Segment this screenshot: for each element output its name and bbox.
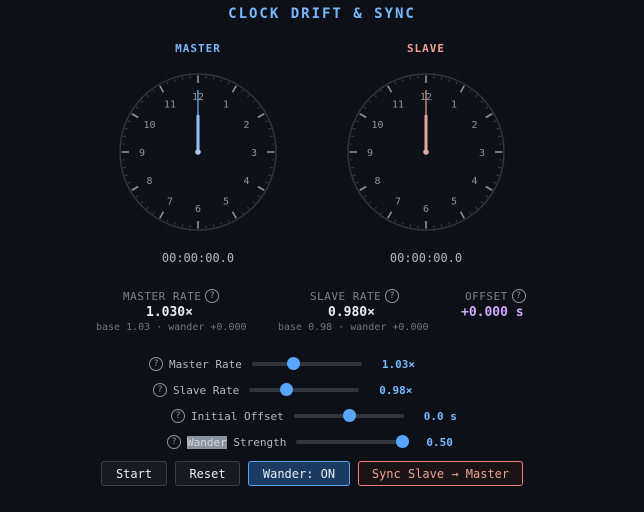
clock-minor-tick [212, 77, 215, 80]
clock-minor-tick [270, 166, 273, 169]
clock-numeral: 9 [367, 148, 373, 159]
clock-numeral: 9 [139, 148, 145, 159]
clock-minor-tick [270, 135, 273, 138]
wander-label-highlight: Wander [187, 435, 227, 449]
help-icon[interactable]: ? [385, 289, 400, 303]
slave-rate-slider-value: 0.98× [379, 383, 413, 397]
clock-numeral: 3 [251, 148, 257, 159]
clock-minor-tick [181, 77, 184, 80]
initial-offset-slider-thumb[interactable] [342, 409, 356, 422]
offset-stat-title: OFFSET ? [465, 289, 526, 303]
offset-stat-label: OFFSET [465, 289, 508, 303]
clock-numeral: 4 [243, 176, 249, 187]
clock-numeral: 6 [423, 204, 429, 215]
initial-offset-slider[interactable] [293, 409, 404, 422]
master-rate-sub: base 1.03 · wander +0.000 [96, 322, 247, 333]
master-rate-stat-label: MASTER RATE [123, 289, 202, 303]
offset-value: +0.000 s [461, 305, 524, 320]
wander-strength-slider-value: 0.50 [426, 435, 453, 449]
page-title: CLOCK DRIFT & SYNC [228, 6, 416, 22]
slave-rate-stat-label: SLAVE RATE [310, 289, 382, 303]
initial-offset-slider-label: Initial Offset [191, 409, 284, 423]
clock-numeral: 2 [243, 120, 249, 131]
initial-offset-slider-row: ? Initial Offset 0.0 s [171, 408, 457, 424]
master-clock-time: 00:00:00.0 [161, 251, 235, 265]
sync-slave-button[interactable]: Sync Slave → Master [358, 461, 523, 486]
slave-rate-sub: base 0.98 · wander +0.000 [278, 322, 429, 333]
clock-numeral: 8 [374, 176, 380, 187]
slave-rate-slider-thumb[interactable] [279, 383, 293, 396]
clock-center-pin [195, 149, 201, 155]
clock-minor-tick [123, 166, 126, 169]
clock-minor-tick [409, 224, 412, 227]
slave-clock-time: 00:00:00.0 [389, 251, 463, 265]
clock-numeral: 5 [451, 196, 457, 207]
wander-strength-slider[interactable] [296, 435, 409, 448]
clock-minor-tick [351, 166, 354, 169]
wander-toggle-button[interactable]: Wander: ON [248, 461, 350, 486]
clock-numeral: 11 [164, 100, 176, 111]
master-rate-slider-thumb[interactable] [287, 357, 301, 370]
master-clock-face: 121234567891011 [119, 73, 277, 231]
reset-button[interactable]: Reset [175, 461, 240, 486]
initial-offset-slider-value: 0.0 s [423, 409, 457, 423]
clock-minor-tick [498, 135, 501, 138]
clock-center-pin [423, 149, 429, 155]
slave-rate-slider-label: Slave Rate [173, 383, 240, 397]
clock-numeral: 1 [451, 100, 457, 111]
slave-rate-stat-title: SLAVE RATE ? [310, 289, 400, 303]
clock-minor-tick [181, 224, 184, 227]
help-icon[interactable]: ? [149, 357, 163, 371]
wander-strength-slider-thumb[interactable] [395, 435, 409, 448]
clock-numeral: 3 [479, 148, 485, 159]
help-icon[interactable]: ? [167, 435, 181, 449]
master-rate-slider[interactable] [251, 357, 362, 370]
clock-numeral: 2 [471, 120, 477, 131]
master-rate-slider-row: ? Master Rate 1.03× [149, 356, 415, 372]
master-clock-label: MASTER [175, 42, 221, 55]
clock-minor-tick [409, 77, 412, 80]
clock-numeral: 6 [195, 204, 201, 215]
slave-clock-label: SLAVE [406, 42, 446, 55]
help-icon[interactable]: ? [153, 383, 167, 397]
clock-numeral: 5 [223, 196, 229, 207]
clock-numeral: 11 [392, 100, 404, 111]
clock-numeral: 1 [223, 100, 229, 111]
clock-minor-tick [212, 224, 215, 227]
clock-numeral: 10 [143, 120, 155, 131]
slave-rate-slider[interactable] [249, 383, 360, 396]
start-button[interactable]: Start [101, 461, 167, 486]
master-rate-slider-value: 1.03× [381, 357, 415, 371]
wander-strength-slider-row: ? Wander Strength 0.50 [167, 434, 453, 450]
wander-label-rest: Strength [226, 435, 287, 449]
clock-minor-tick [123, 135, 126, 138]
clock-minor-tick [351, 135, 354, 138]
wander-strength-slider-label: Wander Strength [187, 435, 287, 449]
master-rate-stat-title: MASTER RATE ? [123, 289, 220, 303]
clock-numeral: 4 [471, 176, 477, 187]
clock-minor-tick [498, 166, 501, 169]
master-rate-value: 1.030× [146, 305, 193, 320]
slave-rate-slider-row: ? Slave Rate 0.98× [153, 382, 412, 398]
help-icon[interactable]: ? [205, 289, 220, 303]
slave-clock-face: 121234567891011 [347, 73, 505, 231]
master-rate-slider-label: Master Rate [169, 357, 242, 371]
help-icon[interactable]: ? [511, 289, 526, 303]
clock-numeral: 8 [146, 176, 152, 187]
clock-minor-tick [440, 224, 443, 227]
help-icon[interactable]: ? [171, 409, 185, 423]
clock-numeral: 10 [371, 120, 383, 131]
clock-numeral: 7 [395, 196, 401, 207]
clock-numeral: 7 [167, 196, 173, 207]
slave-rate-value: 0.980× [328, 305, 375, 320]
clock-minor-tick [440, 77, 443, 80]
